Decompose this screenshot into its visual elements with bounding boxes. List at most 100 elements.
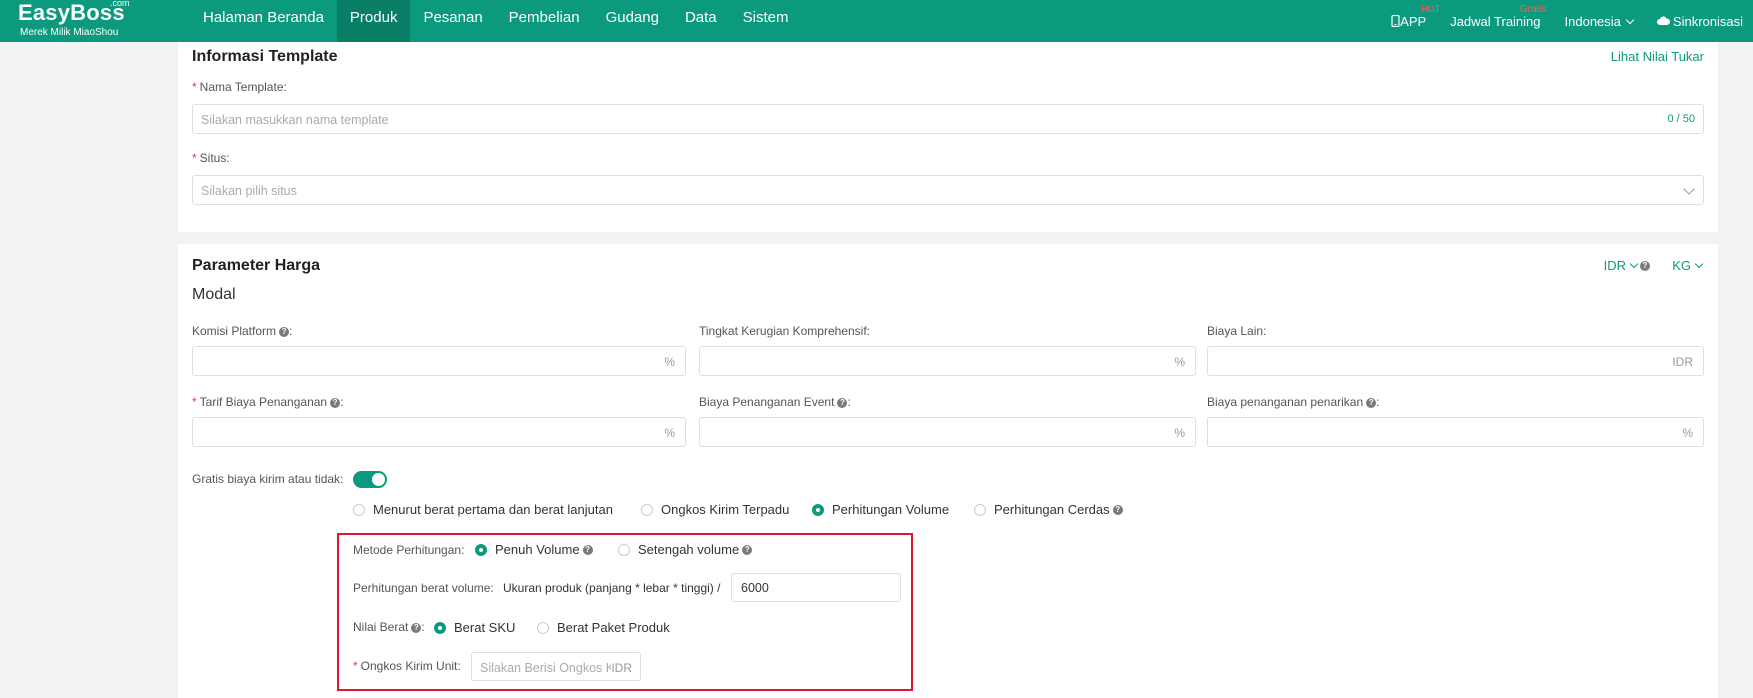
help-icon[interactable]: ? [330,397,341,408]
nav-right: APP HOT Jadwal Training Gratis Indonesia… [1367,0,1743,42]
training-label: Jadwal Training [1450,13,1541,29]
radio-label: Perhitungan Volume [832,502,950,517]
template-name-input[interactable]: Silakan masukkan nama template 0 / 50 [192,104,1704,134]
event-fee-label-text: Biaya Penanganan Event [699,395,835,409]
help-icon[interactable]: ? [279,326,290,337]
required-mark: * [192,151,197,165]
nav-item-gudang[interactable]: Gudang [593,0,672,42]
top-navbar: EasyBoss .com Merek Milik MiaoShou Halam… [0,0,1753,42]
volume-weight-label: Perhitungan berat volume: [353,581,494,595]
help-icon[interactable]: ? [1366,397,1377,408]
site-select[interactable]: Silakan pilih situs [192,175,1704,205]
nav-item-pembelian[interactable]: Pembelian [496,0,593,42]
unit-shipping-label-text: Ongkos Kirim Unit: [360,659,461,673]
exchange-rate-link[interactable]: Lihat Nilai Tukar [1611,49,1704,64]
modal-title: Modal [192,286,236,303]
brand-com: .com [110,0,130,8]
chevron-down-icon [1629,259,1639,269]
loss-rate-input[interactable]: % [699,346,1196,376]
withdraw-fee-label: Biaya penanganan penarikan?: [1207,395,1380,409]
hot-badge: HOT [1421,3,1441,14]
help-icon[interactable]: ? [742,544,753,555]
radio-label: Penuh Volume [495,542,580,557]
handling-fee-label: * Tarif Biaya Penanganan?: [192,395,344,409]
free-shipping-label: Gratis biaya kirim atau tidak: [192,472,344,486]
radio-smart-calc[interactable]: Perhitungan Cerdas? [974,502,1123,517]
radio-circle [537,621,549,634]
weight-unit-label: KG [1672,258,1691,273]
template-name-label: * Nama Template: [192,80,287,94]
radio-unified-shipping[interactable]: Ongkos Kirim Terpadu [641,502,789,517]
language-select[interactable]: Indonesia [1564,13,1635,29]
other-cost-input[interactable]: IDR [1207,346,1704,376]
volume-divisor-value: 6000 [741,581,769,595]
weight-unit-select[interactable]: KG [1672,258,1704,273]
event-fee-label: Biaya Penanganan Event?: [699,395,851,409]
radio-label: Berat SKU [454,620,516,635]
radio-first-weight[interactable]: Menurut berat pertama dan berat lanjutan [353,502,613,517]
idr-suffix: IDR [1672,355,1693,369]
unit-shipping-placeholder: Silakan Berisi Ongkos Ki [480,661,617,675]
radio-sku-weight[interactable]: Berat SKU [434,620,515,635]
radio-circle [353,503,365,516]
toggle-knob [372,473,385,486]
template-name-label-text: Nama Template: [199,80,287,94]
radio-label: Ongkos Kirim Terpadu [661,502,790,517]
radio-label: Berat Paket Produk [557,620,670,635]
radio-volume-calc[interactable]: Perhitungan Volume [812,502,949,517]
required-mark: * [353,659,358,673]
language-label: Indonesia [1564,13,1621,29]
help-icon[interactable]: ? [411,622,422,633]
help-icon[interactable]: ? [582,544,593,555]
brand-subtitle: Merek Milik MiaoShou [20,27,119,38]
radio-circle [974,503,986,516]
training-link[interactable]: Jadwal Training Gratis [1450,4,1546,29]
nav-item-sistem[interactable]: Sistem [730,0,802,42]
cloud-icon [1656,16,1670,25]
site-label-text: Situs: [199,151,230,165]
percent-suffix: % [1174,426,1185,440]
phone-icon [1391,15,1400,27]
withdraw-fee-input[interactable]: % [1207,417,1704,447]
radio-circle-selected [812,503,824,516]
free-shipping-toggle[interactable] [353,471,387,488]
app-label: APP [1400,13,1427,29]
site-placeholder: Silakan pilih situs [201,184,297,198]
radio-circle-selected [475,543,487,556]
main-nav: Halaman Beranda Produk Pesanan Pembelian… [190,0,801,42]
app-link[interactable]: APP HOT [1391,4,1440,29]
gratis-badge: Gratis [1519,3,1547,15]
required-mark: * [192,80,197,94]
event-fee-input[interactable]: % [699,417,1196,447]
loss-rate-label: Tingkat Kerugian Komprehensif: [699,324,870,338]
handling-fee-input[interactable]: % [192,417,686,447]
currency-select[interactable]: IDR ? [1604,258,1650,273]
handling-fee-label-text: Tarif Biaya Penanganan [199,395,328,409]
percent-suffix: % [1682,426,1693,440]
volume-divisor-input[interactable]: 6000 [731,573,901,602]
site-label: * Situs: [192,151,230,165]
radio-package-weight[interactable]: Berat Paket Produk [537,620,670,635]
help-icon[interactable]: ? [837,397,848,408]
withdraw-fee-label-text: Biaya penanganan penarikan [1207,395,1364,409]
radio-label: Setengah volume [638,542,740,557]
percent-suffix: % [1174,355,1185,369]
radio-half-volume[interactable]: Setengah volume? [618,542,753,557]
currency-label: IDR [1603,258,1626,273]
sync-label: Sinkronisasi [1672,13,1743,29]
nav-item-produk[interactable]: Produk [336,0,411,42]
help-icon[interactable]: ? [1640,260,1650,271]
nav-item-halaman-beranda[interactable]: Halaman Beranda [190,0,337,42]
commission-input[interactable]: % [192,346,686,376]
radio-full-volume[interactable]: Penuh Volume? [475,542,593,557]
sync-button[interactable]: Sinkronisasi [1656,13,1743,29]
chevron-down-icon [1625,15,1635,24]
unit-shipping-input[interactable]: Silakan Berisi Ongkos Ki IDR [471,652,641,681]
commission-label: Komisi Platform?: [192,324,293,338]
radio-circle [641,503,653,516]
nav-item-pesanan[interactable]: Pesanan [410,0,495,42]
commission-label-text: Komisi Platform [192,324,277,338]
help-icon[interactable]: ? [1112,504,1123,515]
weight-value-label: Nilai Berat?: [353,620,425,634]
nav-item-data[interactable]: Data [672,0,730,42]
